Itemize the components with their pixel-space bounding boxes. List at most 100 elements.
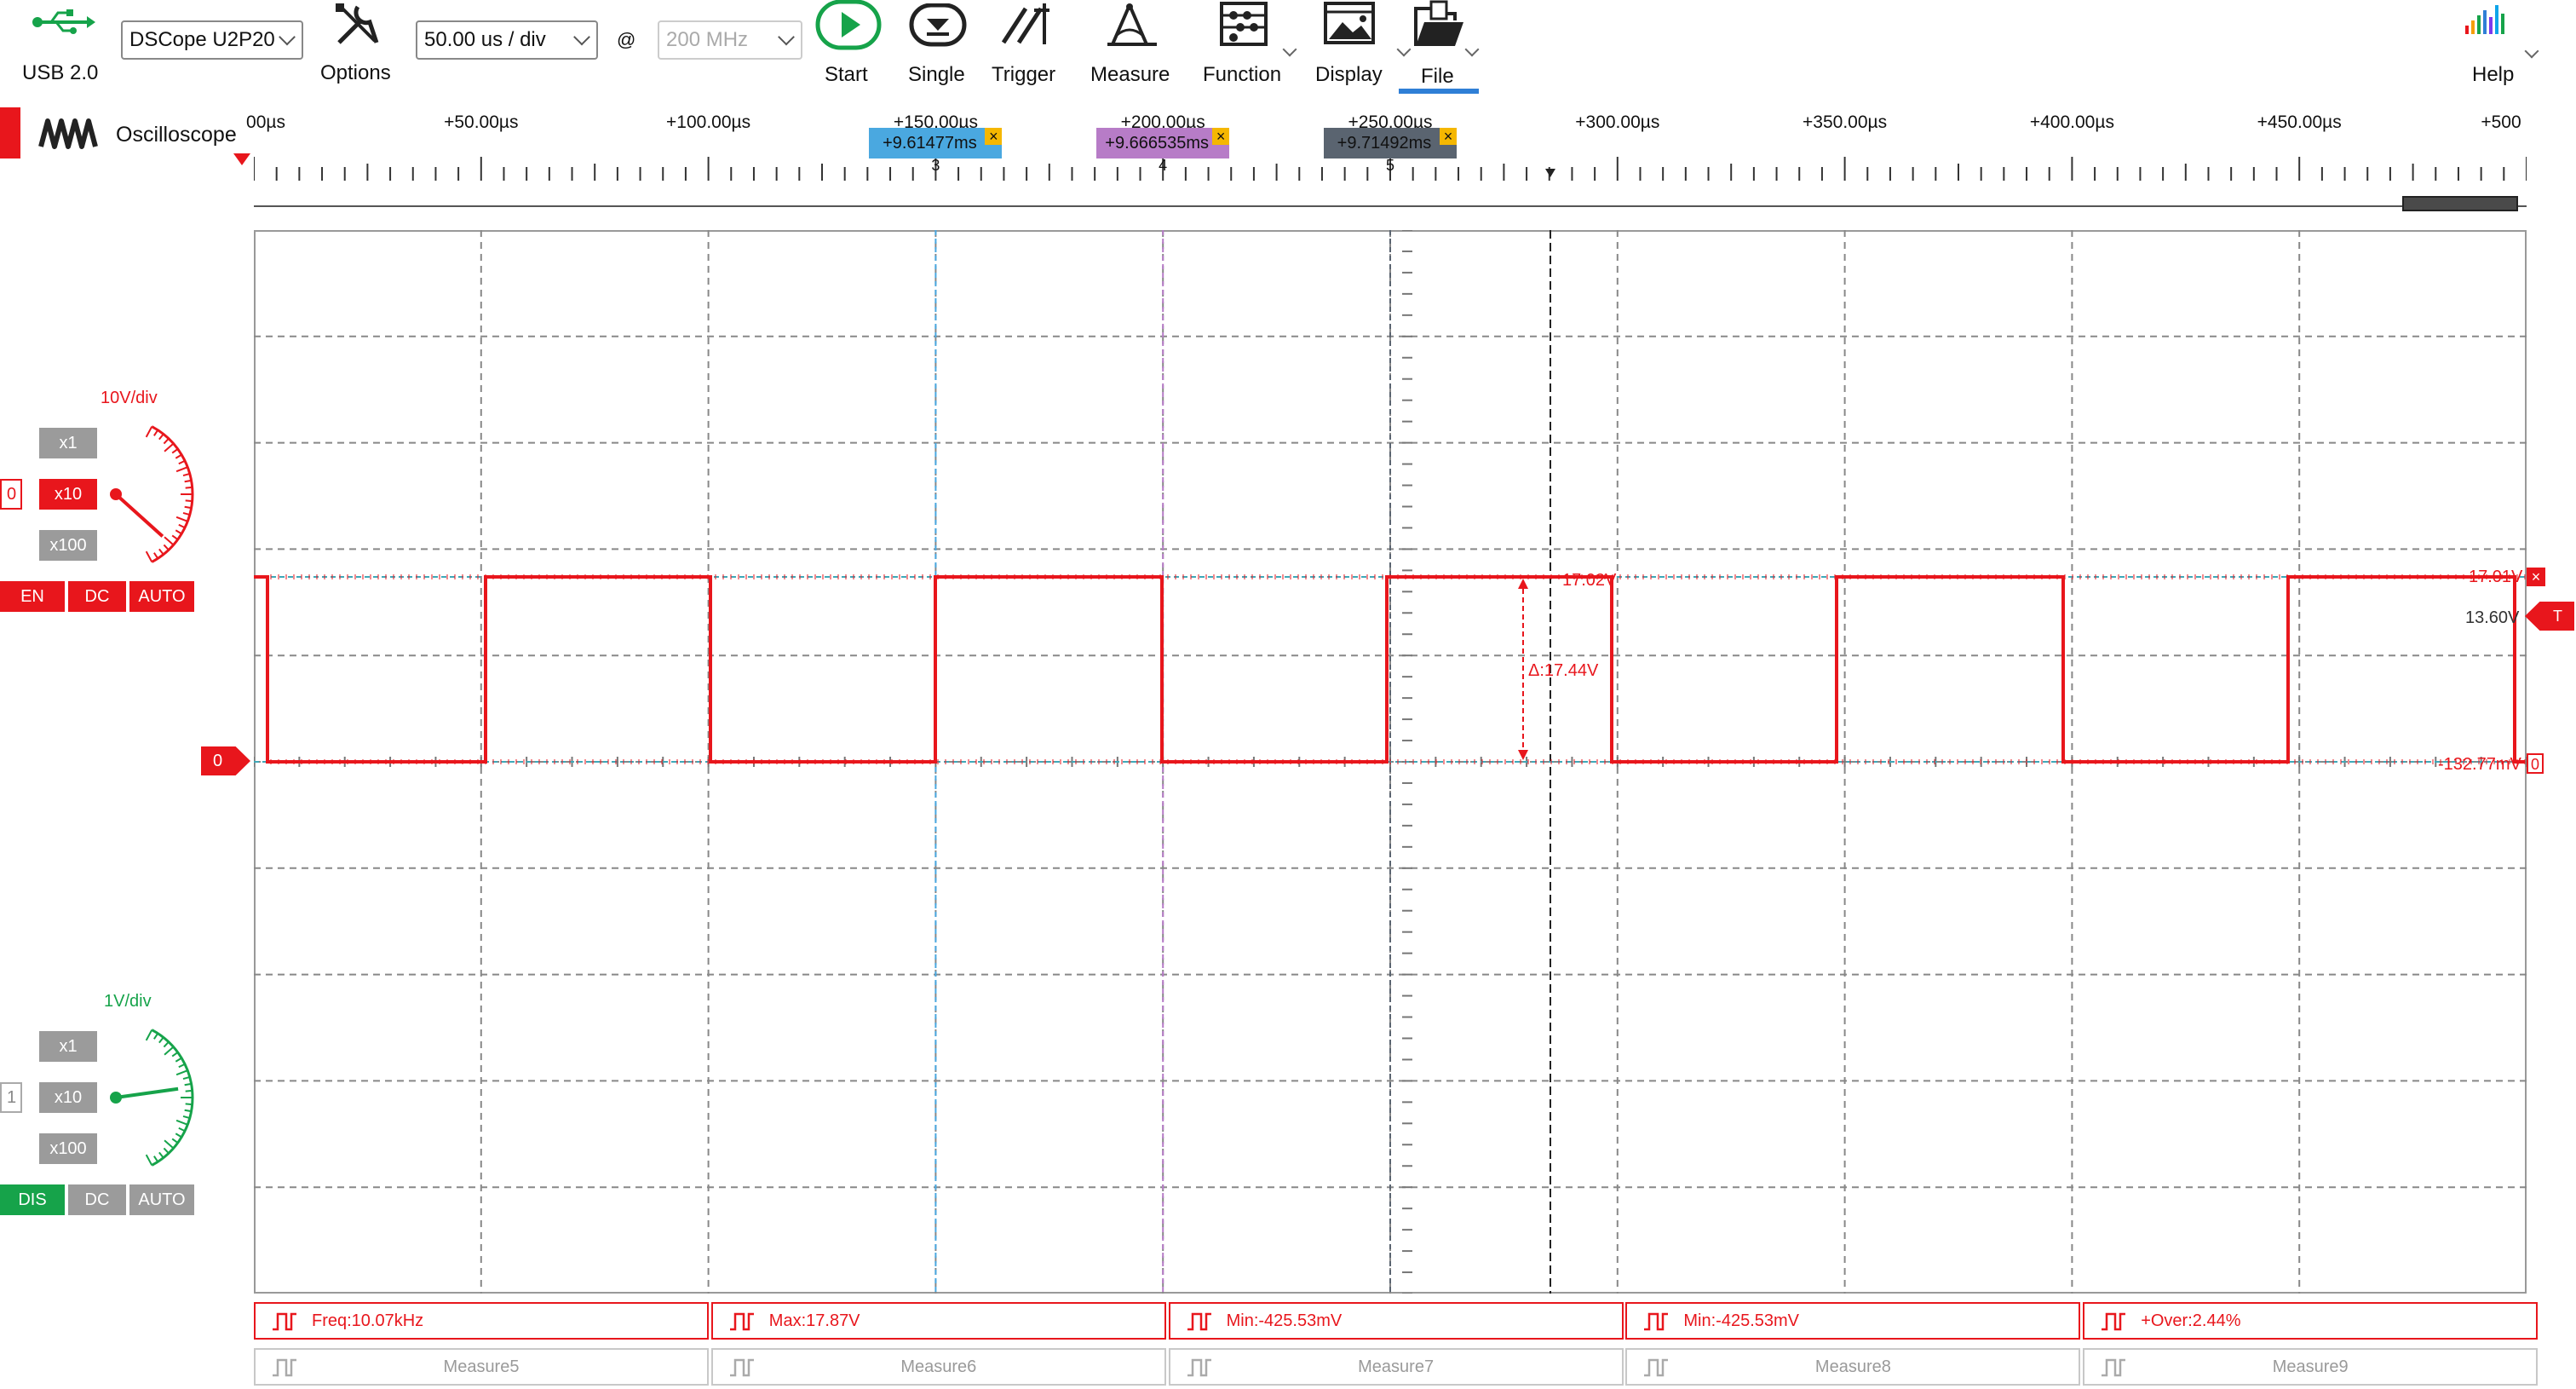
samplerate-select[interactable]: 200 MHz — [658, 20, 802, 60]
channel1-coupling-button[interactable]: DC — [68, 1184, 126, 1215]
channel0-enable-button[interactable]: EN — [0, 581, 65, 612]
help-label: Help — [2472, 63, 2515, 86]
measurement-label: +Over:2.44% — [2141, 1311, 2241, 1330]
at-symbol: @ — [617, 29, 636, 50]
file-button[interactable] — [1412, 0, 1467, 54]
mode-label: Oscilloscope — [116, 123, 237, 147]
chevron-down-icon — [279, 28, 296, 46]
ruler-label: +500 — [2481, 112, 2521, 132]
measurement-label: Measure7 — [1358, 1357, 1435, 1376]
channel1-probe-x1[interactable]: x1 — [39, 1031, 97, 1062]
trigger-level-marker[interactable]: T — [2525, 602, 2574, 631]
trigger-position-marker[interactable] — [1545, 169, 1555, 177]
measurement-slot-7[interactable]: Measure6 — [710, 1348, 1166, 1386]
ruler-label: +300.00µs — [1575, 112, 1660, 132]
close-icon[interactable]: × — [2527, 568, 2545, 586]
right-zero-marker: 0 — [2527, 753, 2544, 774]
cursor-5-tag[interactable]: +9.71492ms × — [1324, 128, 1457, 158]
chevron-down-icon — [1282, 42, 1297, 57]
single-icon — [909, 3, 967, 47]
display-icon — [1324, 2, 1375, 44]
channel0-coupling-button[interactable]: DC — [68, 581, 126, 612]
measurement-slot-6[interactable]: Measure5 — [254, 1348, 709, 1386]
measurement-slot-8[interactable]: Measure7 — [1168, 1348, 1624, 1386]
chevron-down-icon — [2524, 43, 2539, 59]
ruler-label: +400.00µs — [2029, 112, 2114, 132]
bars-icon — [2465, 5, 2504, 34]
channel0-zero-marker[interactable]: 0 — [201, 746, 250, 775]
measure-type-icon — [2102, 1312, 2126, 1331]
channel1-vdiv-knob[interactable] — [85, 1012, 204, 1183]
measurement-slot-1[interactable]: Freq:10.07kHz — [254, 1302, 709, 1340]
oscilloscope-mode-button[interactable]: Oscilloscope — [34, 109, 247, 160]
cursor-number: 5 — [1385, 157, 1395, 174]
device-select[interactable]: DSCope U2P20 — [121, 20, 303, 60]
cursor-number: 3 — [931, 157, 940, 174]
abacus-icon — [1220, 2, 1268, 46]
channel0-probe-x10[interactable]: x10 — [39, 479, 97, 510]
channel1-vdiv-label: 1V/div — [104, 992, 152, 1011]
start-button[interactable] — [814, 0, 883, 55]
channel0-vdiv-label: 10V/div — [101, 389, 158, 407]
display-label: Display — [1315, 63, 1383, 86]
single-button[interactable] — [908, 3, 968, 52]
channel0-probe-x100[interactable]: x100 — [39, 530, 97, 561]
usb-icon — [31, 9, 95, 40]
measurement-label: Measure8 — [1814, 1357, 1891, 1376]
measurement-label: Min:-425.53mV — [1226, 1311, 1343, 1330]
measurement-slot-10[interactable]: Measure9 — [2083, 1348, 2539, 1386]
channel1-probe-x100[interactable]: x100 — [39, 1133, 97, 1164]
channel1-enable-button[interactable]: DIS — [0, 1184, 65, 1215]
measure-type-icon — [1644, 1358, 1669, 1377]
measure-type-icon — [273, 1358, 296, 1377]
close-icon[interactable]: × — [1440, 128, 1457, 145]
channel1-auto-button[interactable]: AUTO — [129, 1184, 194, 1215]
options-button[interactable] — [332, 0, 388, 51]
timebase-select[interactable]: 50.00 us / div — [416, 20, 598, 60]
options-label: Options — [320, 61, 391, 84]
close-icon[interactable]: × — [1212, 128, 1230, 145]
ruler-label: +450.00µs — [2257, 112, 2342, 132]
measurement-slot-2[interactable]: Max:17.87V — [710, 1302, 1166, 1340]
measurement-slot-3[interactable]: Min:-425.53mV — [1168, 1302, 1624, 1340]
ruler-label: +350.00µs — [1803, 112, 1888, 132]
single-label: Single — [908, 63, 965, 86]
channel1-index: 1 — [0, 1082, 22, 1113]
measurement-label: Measure5 — [443, 1357, 520, 1376]
measure-button[interactable] — [1104, 2, 1160, 54]
measure-type-icon — [729, 1358, 754, 1377]
measurement-slot-4[interactable]: Min:-425.53mV — [1625, 1302, 2081, 1340]
cursor-value: +9.71492ms — [1337, 133, 1432, 153]
channel0-probe-x1[interactable]: x1 — [39, 428, 97, 458]
play-icon — [815, 0, 882, 50]
trigger-label: Trigger — [992, 63, 1056, 86]
channel0-vdiv-knob[interactable] — [85, 409, 204, 579]
trigger-level-value: 13.60V — [2465, 608, 2520, 627]
help-button[interactable] — [2464, 3, 2506, 45]
wave-icon — [38, 118, 98, 149]
display-button[interactable] — [1322, 2, 1377, 52]
measure-type-icon — [1187, 1312, 1211, 1331]
cursor-3-tag[interactable]: +9.61477ms × — [869, 128, 1003, 158]
chevron-down-icon — [1464, 42, 1480, 57]
channel1-probe-x10[interactable]: x10 — [39, 1082, 97, 1113]
close-icon[interactable]: × — [985, 128, 1003, 145]
cursor-4-tag[interactable]: +9.666535ms × — [1096, 128, 1230, 158]
chevron-down-icon — [1396, 42, 1412, 57]
ruler-label: +50.00µs — [444, 112, 519, 132]
waveform-display[interactable] — [254, 230, 2527, 1294]
mode-dropdown-arrow[interactable] — [233, 153, 250, 165]
folder-icon — [1414, 0, 1463, 46]
measurement-slot-9[interactable]: Measure8 — [1625, 1348, 2081, 1386]
measure-type-icon — [1644, 1312, 1669, 1331]
cursor-number: 4 — [1159, 157, 1168, 174]
channel0-auto-button[interactable]: AUTO — [129, 581, 194, 612]
trigger-button[interactable] — [1000, 2, 1051, 52]
ruler-label: +100.00µs — [666, 112, 751, 132]
measurement-slot-5[interactable]: +Over:2.44% — [2083, 1302, 2539, 1340]
measure-type-icon — [729, 1312, 754, 1331]
start-label: Start — [825, 63, 868, 86]
zoom-scroll-handle[interactable] — [2402, 196, 2518, 211]
function-button[interactable] — [1218, 2, 1269, 52]
low-level-right-value: -132.77mV — [2438, 755, 2521, 774]
